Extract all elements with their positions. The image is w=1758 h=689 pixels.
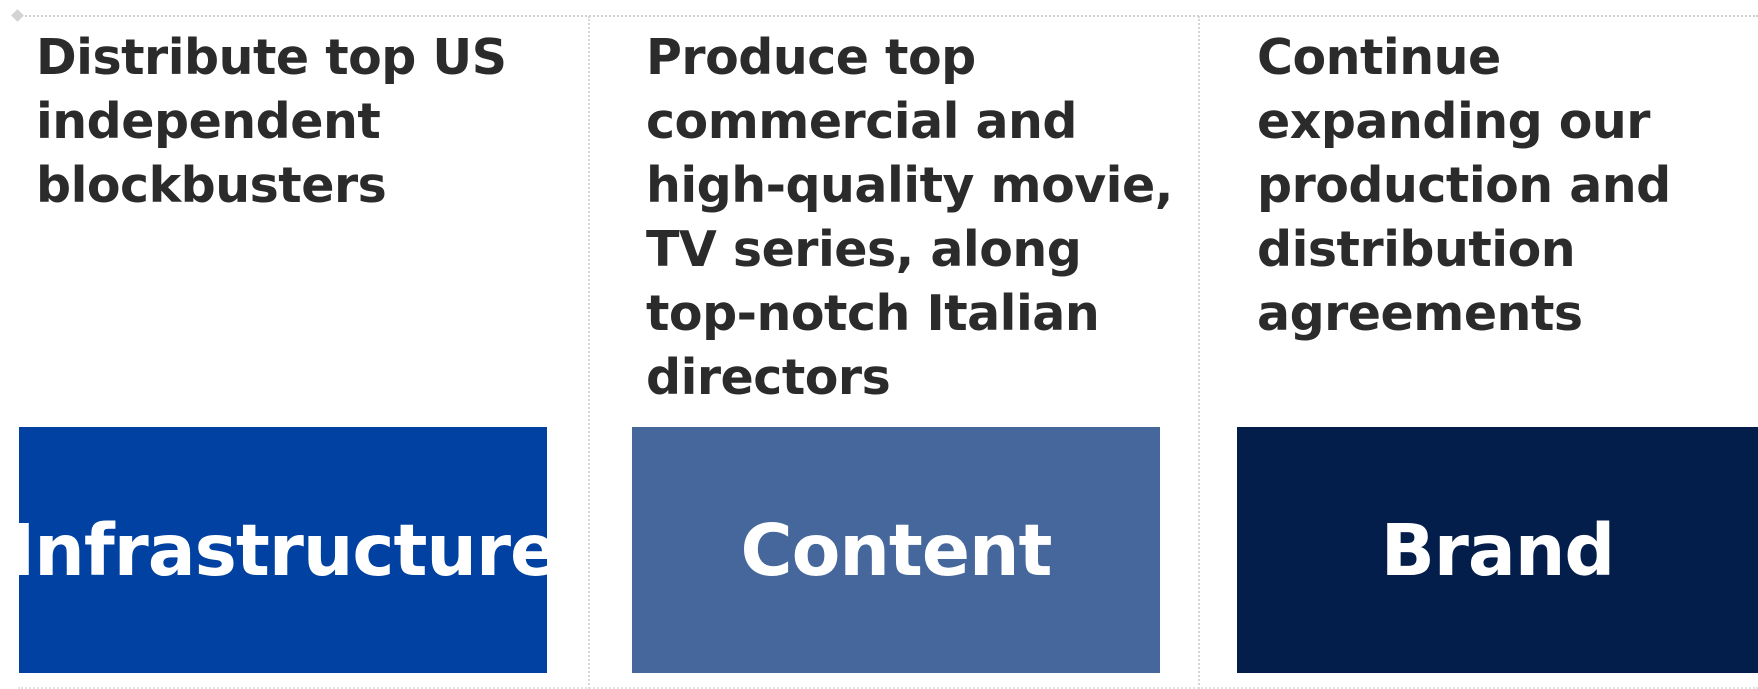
infrastructure-label: Infrastructure [8, 508, 558, 592]
brand-label: Brand [1380, 508, 1615, 592]
infrastructure-label-box: Infrastructure [9, 427, 558, 673]
guide-handle-diamond [11, 9, 24, 22]
infrastructure-description: Distribute top US independent blockbuste… [36, 29, 507, 214]
content-description: Produce top commercial and high-quality … [646, 29, 1173, 406]
content-label-box: Content [632, 427, 1160, 673]
column-divider-1 [588, 16, 590, 689]
brand-label-box: Brand [1237, 427, 1758, 673]
brand-description: Continue expanding our production and di… [1257, 29, 1671, 342]
top-guide-line [18, 15, 1758, 17]
content-label: Content [740, 508, 1052, 592]
